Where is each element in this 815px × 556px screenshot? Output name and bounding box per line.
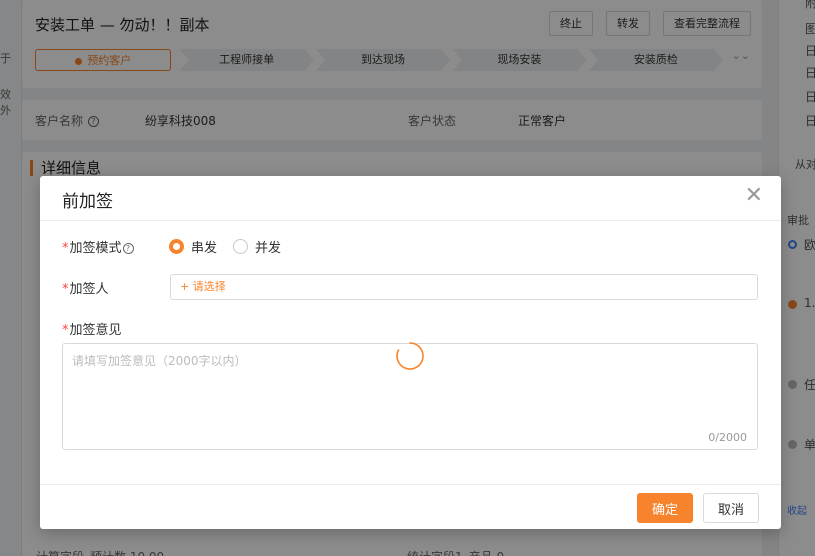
sign-mode-label: *加签模式? [62,237,134,256]
help-icon: ? [122,243,134,254]
confirm-button[interactable]: 确定 [637,493,693,523]
modal-header: 前加签 ✕ [40,176,781,221]
loading-spinner-icon [396,342,424,370]
add-signer-modal: 前加签 ✕ *加签模式? 串发 并发 *加签人 + 请选择 *加签意见 0/20… [40,176,781,529]
radio-checked-icon [169,239,184,254]
sign-mode-radio-group: 串发 并发 [169,237,297,256]
radio-unchecked-icon [233,239,249,254]
char-counter: 0/2000 [708,431,747,444]
radio-parallel[interactable]: 并发 [233,237,281,256]
opinion-label: *加签意见 [62,323,122,338]
radio-serial[interactable]: 串发 [169,237,217,256]
signer-picker[interactable]: + 请选择 [170,274,758,300]
modal-title: 前加签 [62,192,113,212]
close-icon[interactable]: ✕ [745,184,763,208]
signer-label: *加签人 [62,282,109,297]
modal-footer: 确定 取消 [40,484,781,529]
cancel-button[interactable]: 取消 [703,493,759,523]
